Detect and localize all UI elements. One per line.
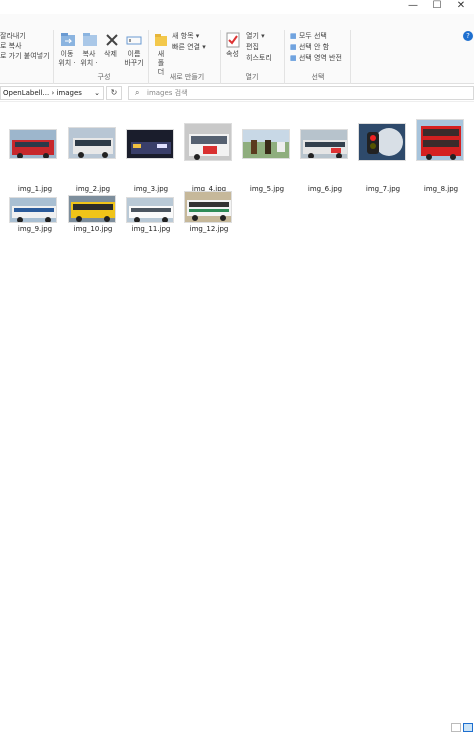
invert-selection-icon: ▦: [290, 54, 299, 62]
select-none-button[interactable]: ▦ 선택 안 함: [290, 43, 329, 52]
thumbnail-image: [184, 191, 232, 223]
thumbnail-image: [68, 127, 116, 159]
search-placeholder: images 검색: [147, 89, 188, 97]
help-icon[interactable]: ?: [463, 31, 473, 41]
file-name: img_1.jpg: [17, 185, 53, 193]
select-all-label: 모두 선택: [298, 32, 327, 40]
thumbnail-image: [68, 195, 116, 223]
thumbnail-image: [126, 129, 174, 159]
breadcrumb-current[interactable]: images: [56, 89, 81, 97]
delete-x-icon: [106, 34, 118, 46]
thumbnail-image: [184, 123, 232, 161]
details-view-icon[interactable]: [451, 723, 461, 732]
thumbnail-image: [9, 129, 57, 159]
delete-label: 삭제: [104, 50, 117, 58]
cut-button[interactable]: 잘라내기: [0, 32, 26, 41]
open-group-label: 열기: [245, 73, 259, 81]
minimize-button[interactable]: —: [400, 0, 426, 14]
new-group-label: 새로 만들기: [169, 73, 205, 81]
title-bar: — ☐ ✕: [0, 0, 474, 14]
edit-button[interactable]: 편집: [246, 43, 259, 52]
organize-group-label: 구성: [97, 73, 111, 81]
move-folder-icon: [61, 33, 75, 46]
thumbnail-image: [126, 197, 174, 223]
file-name: img_2.jpg: [75, 185, 111, 193]
maximize-button[interactable]: ☐: [424, 0, 450, 14]
invert-selection-label: 선택 영역 반전: [298, 54, 342, 62]
thumbnail-image: [9, 197, 57, 223]
copy-path-button[interactable]: 로 복사: [0, 42, 22, 51]
new-item-button[interactable]: 새 항목 ▾: [172, 32, 199, 41]
open-button[interactable]: 열기 ▾: [246, 32, 265, 41]
large-icons-view-icon[interactable]: [463, 723, 473, 732]
move-to-label: 이동 위치 ·: [58, 50, 76, 67]
thumbnail-image: [358, 123, 406, 161]
select-group-label: 선택: [311, 73, 325, 81]
new-folder-icon: [155, 34, 167, 46]
easy-access-button[interactable]: 빠른 연결 ▾: [172, 43, 206, 52]
file-name: img_9.jpg: [17, 225, 53, 233]
refresh-button[interactable]: ↻: [106, 86, 122, 100]
close-button[interactable]: ✕: [448, 0, 474, 14]
search-icon: ⌕: [135, 88, 140, 97]
breadcrumb-parent[interactable]: OpenLabell...: [3, 89, 49, 97]
select-all-button[interactable]: ▦ 모두 선택: [290, 32, 327, 41]
properties-label: 속성: [226, 50, 239, 58]
copy-to-label: 복사 위치 ·: [80, 50, 98, 67]
rename-icon: [126, 36, 142, 45]
ribbon: 잘라내기 로 복사 로 가기 붙여넣기 이동 위치 · 복사 위치 · 삭제 이…: [0, 14, 474, 92]
select-all-icon: ▦: [290, 32, 299, 40]
select-none-label: 선택 안 함: [298, 43, 330, 51]
file-name: img_10.jpg: [73, 225, 113, 233]
thumbnail-image: [300, 129, 348, 159]
paste-shortcut-button[interactable]: 로 가기 붙여넣기: [0, 52, 50, 61]
thumbnail-image: [416, 119, 464, 161]
properties-check-icon: [226, 32, 240, 48]
file-name: img_6.jpg: [307, 185, 343, 193]
file-name: img_7.jpg: [365, 185, 401, 193]
invert-selection-button[interactable]: ▦ 선택 영역 반전: [290, 54, 342, 63]
file-name: img_3.jpg: [133, 185, 169, 193]
search-input[interactable]: ⌕ images 검색: [128, 86, 474, 100]
rename-label: 이름 바꾸기: [124, 50, 144, 67]
select-none-icon: ▦: [290, 43, 299, 51]
file-name: img_5.jpg: [249, 185, 285, 193]
path-box[interactable]: OpenLabell... › images ⌄: [0, 86, 104, 100]
status-bar: [0, 361, 474, 732]
breadcrumb-separator-icon: ›: [51, 89, 55, 97]
chevron-down-icon[interactable]: ⌄: [94, 87, 100, 99]
file-list: img_1.jpg img_2.jpg img_3.jpg img_4.jpg …: [0, 103, 474, 361]
address-bar: OpenLabell... › images ⌄ ↻ ⌕ images 검색: [0, 84, 474, 102]
thumbnail-image: [242, 129, 290, 159]
file-name: img_11.jpg: [131, 225, 171, 233]
file-name: img_12.jpg: [189, 225, 229, 233]
file-name: img_8.jpg: [423, 185, 459, 193]
history-button[interactable]: 히스토리: [246, 54, 272, 63]
copy-folder-icon: [83, 33, 97, 46]
